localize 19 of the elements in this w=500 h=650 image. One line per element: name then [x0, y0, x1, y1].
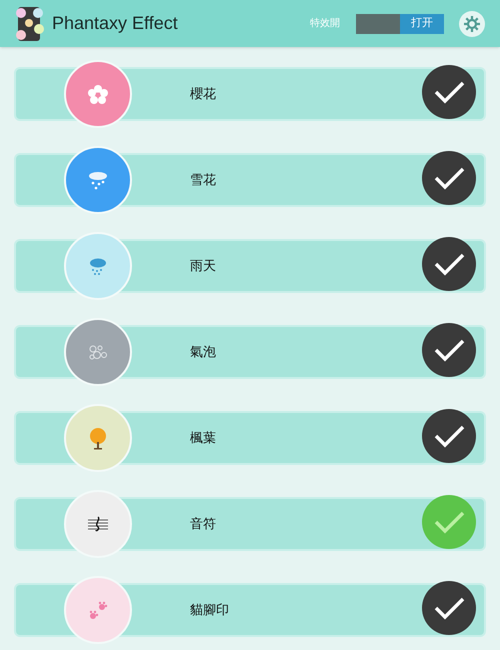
settings-icon[interactable]: [458, 10, 486, 38]
checkmark-icon: [433, 252, 465, 276]
checkmark-icon: [433, 166, 465, 190]
toggle-label: 特效開: [310, 16, 340, 31]
effect-label: 氣泡: [190, 343, 216, 361]
effect-label: 音符: [190, 515, 216, 533]
checkmark-icon: [433, 424, 465, 448]
effect-label: 楓葉: [190, 429, 216, 447]
app-logo-icon: [14, 4, 44, 42]
checkmark-icon: [433, 338, 465, 362]
effect-label: 貓腳印: [190, 601, 229, 619]
app-title: Phantaxy Effect: [52, 12, 178, 35]
checkmark-icon: [433, 510, 465, 534]
effect-toggle[interactable]: 打开: [356, 14, 444, 34]
checkmark-icon: [433, 596, 465, 620]
effect-label: 雪花: [190, 171, 216, 189]
effect-label: 櫻花: [190, 85, 216, 103]
effect-label: 雨天: [190, 257, 216, 275]
checkmark-icon: [433, 80, 465, 104]
